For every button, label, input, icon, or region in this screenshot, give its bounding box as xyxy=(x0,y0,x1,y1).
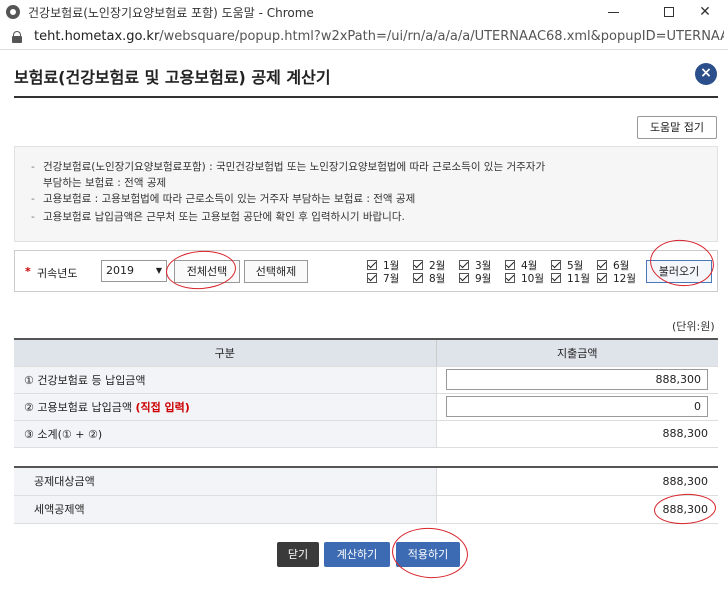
url-path: /websquare/popup.html?w2xPath=/ui/rn/a/a… xyxy=(159,29,724,44)
month-checkbox-3[interactable]: 3월 xyxy=(459,260,491,272)
unit-label: (단위:원) xyxy=(672,320,715,333)
col-amount: 지출금액 xyxy=(436,338,718,367)
target-amount-value: 888,300 xyxy=(436,466,718,496)
month-label: 7월 xyxy=(383,273,400,285)
maximize-icon xyxy=(664,7,674,17)
month-label: 5월 xyxy=(567,260,584,272)
row-subtotal-label: ③ 소계(① + ②) xyxy=(14,420,437,448)
month-label: 11월 xyxy=(567,273,591,285)
row-employment-cell: 0 xyxy=(436,393,718,421)
month-checkbox-10[interactable]: 10월 xyxy=(505,273,544,285)
deselect-all-button[interactable]: 선택해제 xyxy=(244,260,308,283)
month-checkbox-4[interactable]: 4월 xyxy=(505,260,537,272)
year-select-value: 2019 xyxy=(106,264,134,277)
address-bar[interactable]: teht.hometax.go.kr/websquare/popup.html?… xyxy=(0,24,728,50)
close-button[interactable]: 닫기 xyxy=(277,542,319,567)
url-text[interactable]: teht.hometax.go.kr/websquare/popup.html?… xyxy=(34,29,724,44)
checkbox-checked-icon xyxy=(597,260,607,270)
url-host: teht.hometax.go.kr xyxy=(34,29,160,44)
month-checkbox-1[interactable]: 1월 xyxy=(367,260,399,272)
tax-credit-value: 888,300 xyxy=(436,495,718,524)
info-line-health-text: 건강보험료(노인장기요양보험료포함) : 국민건강보험법 또는 노인장기요양보험… xyxy=(43,161,546,173)
minimize-button[interactable] xyxy=(590,0,636,24)
month-label: 2월 xyxy=(429,260,446,272)
month-checkbox-8[interactable]: 8월 xyxy=(413,273,445,285)
table-header-row: 구분 지출금액 xyxy=(14,338,718,367)
checkbox-checked-icon xyxy=(413,273,423,283)
health-amount-input[interactable]: 888,300 xyxy=(446,369,708,390)
table-row: ② 고용보험료 납입금액 (직접 입력) 0 xyxy=(14,393,718,421)
month-label: 3월 xyxy=(475,260,492,272)
title-divider xyxy=(14,96,718,98)
month-label: 8월 xyxy=(429,273,446,285)
month-label: 6월 xyxy=(613,260,630,272)
info-line-notice-text: 고용보험료 납입금액은 근무처 또는 고용보험 공단에 확인 후 입력하시기 바… xyxy=(43,211,405,223)
row-employment-label-cell: ② 고용보험료 납입금액 (직접 입력) xyxy=(14,393,437,421)
checkbox-checked-icon xyxy=(551,260,561,270)
month-checkbox-7[interactable]: 7월 xyxy=(367,273,399,285)
table-row: 세액공제액 888,300 xyxy=(14,495,718,524)
checkbox-checked-icon xyxy=(551,273,561,283)
close-icon: ✕ xyxy=(699,4,711,20)
month-label: 1월 xyxy=(383,260,400,272)
month-checkbox-12[interactable]: 12월 xyxy=(597,273,636,285)
calculate-button[interactable]: 계산하기 xyxy=(324,542,390,567)
month-label: 10월 xyxy=(521,273,545,285)
table-row: ③ 소계(① + ②) 888,300 xyxy=(14,420,718,448)
checkbox-checked-icon xyxy=(367,273,377,283)
month-checkbox-6[interactable]: 6월 xyxy=(597,260,629,272)
checkbox-checked-icon xyxy=(459,260,469,270)
apply-button[interactable]: 적용하기 xyxy=(396,542,460,567)
row-health-cell: 888,300 xyxy=(436,366,718,394)
direct-input-note: (직접 입력) xyxy=(135,400,190,414)
checkbox-checked-icon xyxy=(505,273,515,283)
help-toggle-button[interactable]: 도움말 접기 xyxy=(637,116,717,139)
minimize-icon xyxy=(607,11,619,13)
table-row: 공제대상금액 888,300 xyxy=(14,466,718,496)
checkbox-checked-icon xyxy=(597,273,607,283)
help-info-box: 건강보험료(노인장기요양보험료포함) : 국민건강보험법 또는 노인장기요양보험… xyxy=(14,146,718,242)
chrome-icon xyxy=(6,5,20,19)
calc-table: 구분 지출금액 ① 건강보험료 등 납입금액 888,300 ② 고용보험료 납… xyxy=(14,338,718,448)
result-table: 공제대상금액 888,300 세액공제액 888,300 xyxy=(14,466,718,524)
info-line-health-cont: 부담하는 보험료 : 전액 공제 xyxy=(43,177,167,189)
dropdown-arrow-icon: ▼ xyxy=(155,266,162,275)
checkbox-checked-icon xyxy=(367,260,377,270)
row-health-label: ① 건강보험료 등 납입금액 xyxy=(14,366,437,394)
year-label: 귀속년도 xyxy=(37,267,78,280)
month-checkbox-5[interactable]: 5월 xyxy=(551,260,583,272)
info-line-employment-text: 고용보험료 : 고용보험법에 따라 근로소득이 있는 거주자 부담하는 보험료 … xyxy=(43,193,416,205)
window-title: 건강보험료(노인장기요양보험료 포함) 도움말 - Chrome xyxy=(28,5,314,20)
month-label: 9월 xyxy=(475,273,492,285)
employment-amount-input[interactable]: 0 xyxy=(446,396,708,417)
checkbox-checked-icon xyxy=(413,260,423,270)
month-label: 4월 xyxy=(521,260,538,272)
col-category: 구분 xyxy=(14,338,437,367)
load-button[interactable]: 불러오기 xyxy=(646,260,712,283)
table-row: ① 건강보험료 등 납입금액 888,300 xyxy=(14,366,718,394)
row-subtotal-value: 888,300 xyxy=(436,420,718,448)
window-close-button[interactable]: ✕ xyxy=(682,0,728,24)
lock-icon xyxy=(12,30,22,43)
required-mark: * xyxy=(25,265,31,278)
tax-credit-label: 세액공제액 xyxy=(14,495,437,524)
month-checkbox-9[interactable]: 9월 xyxy=(459,273,491,285)
popup-close-button[interactable]: × xyxy=(695,63,717,85)
checkbox-checked-icon xyxy=(505,260,515,270)
year-select[interactable]: 2019 ▼ xyxy=(101,260,167,282)
info-line-employment: 고용보험료 : 고용보험법에 따라 근로소득이 있는 거주자 부담하는 보험료 … xyxy=(31,191,717,207)
checkbox-checked-icon xyxy=(459,273,469,283)
row-employment-label: ② 고용보험료 납입금액 xyxy=(24,400,136,414)
info-line-notice: 고용보험료 납입금액은 근무처 또는 고용보험 공단에 확인 후 입력하시기 바… xyxy=(31,209,717,225)
target-amount-label: 공제대상금액 xyxy=(14,466,437,496)
month-checkbox-11[interactable]: 11월 xyxy=(551,273,590,285)
year-filter-box: * 귀속년도 2019 ▼ 전체선택 선택해제 1월 2월 3월 4월 5월 6… xyxy=(14,250,718,292)
month-checkbox-2[interactable]: 2월 xyxy=(413,260,445,272)
info-line-health: 건강보험료(노인장기요양보험료포함) : 국민건강보험법 또는 노인장기요양보험… xyxy=(31,159,717,175)
select-all-button[interactable]: 전체선택 xyxy=(174,260,240,283)
month-label: 12월 xyxy=(613,273,637,285)
page-title: 보험료(건강보험료 및 고용보험료) 공제 계산기 xyxy=(14,68,331,87)
